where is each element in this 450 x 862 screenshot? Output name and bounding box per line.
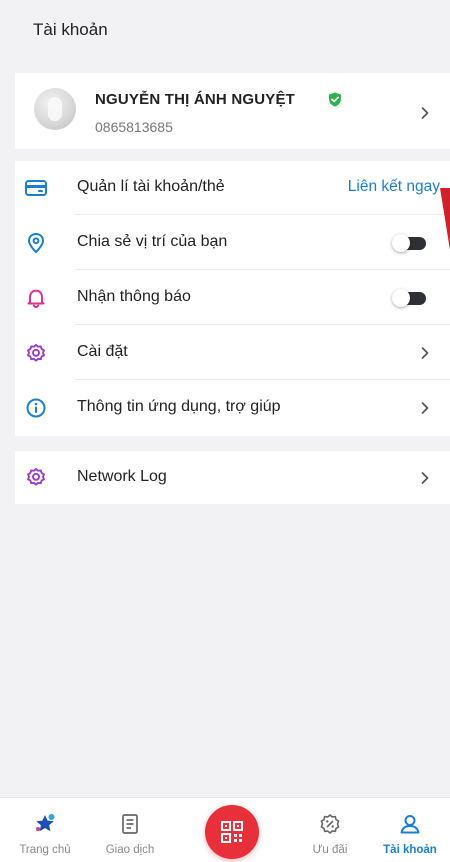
- home-star-icon: [36, 814, 55, 832]
- tab-label: Tài khoản: [383, 844, 437, 856]
- bell-icon: [27, 289, 45, 309]
- menu-item-label: Chia sẻ vị trí của bạn: [77, 233, 228, 250]
- menu-item-settings[interactable]: Cài đặt: [15, 326, 450, 380]
- tab-account[interactable]: Tài khoản: [370, 798, 450, 862]
- red-pointer-marker: [440, 188, 450, 250]
- menu-item-app-info-help[interactable]: Thông tin ứng dụng, trợ giúp: [15, 381, 450, 435]
- toggle-knob: [392, 289, 410, 307]
- menu-item-label: Nhận thông báo: [77, 288, 191, 305]
- tab-home[interactable]: Trang chủ: [5, 798, 85, 862]
- notifications-toggle[interactable]: [392, 289, 426, 307]
- divider: [75, 214, 450, 215]
- profile-card[interactable]: NGUYỄN THỊ ÁNH NGUYỆT 0865813685: [15, 73, 450, 149]
- receipt-icon: [122, 814, 138, 834]
- divider: [75, 324, 450, 325]
- gear-icon: [27, 344, 45, 362]
- qr-scan-icon: [221, 821, 243, 843]
- profile-name: NGUYỄN THỊ ÁNH NGUYỆT: [95, 91, 296, 108]
- share-location-toggle[interactable]: [392, 234, 426, 252]
- chevron-right-icon: [421, 347, 429, 359]
- menu-item-network-log[interactable]: Network Log: [15, 451, 450, 505]
- qr-scan-button[interactable]: [205, 805, 259, 859]
- menu-item-label: Network Log: [77, 468, 167, 485]
- page-title: Tài khoản: [33, 20, 108, 39]
- menu-item-share-location[interactable]: Chia sẻ vị trí của bạn: [15, 216, 450, 270]
- card-icon: [25, 180, 47, 196]
- menu-item-notifications[interactable]: Nhận thông báo: [15, 271, 450, 325]
- avatar: [34, 88, 76, 130]
- tab-transactions[interactable]: Giao dịch: [90, 798, 170, 862]
- settings-menu: Quản lí tài khoản/thẻ Liên kết ngay Chia…: [15, 161, 450, 436]
- chevron-right-icon: [421, 402, 429, 414]
- network-log-menu: Network Log: [15, 451, 450, 504]
- info-icon: [26, 398, 46, 418]
- discount-icon: [320, 814, 340, 834]
- chevron-right-icon: [421, 472, 429, 484]
- verified-shield-icon: [329, 92, 341, 107]
- tab-label: Trang chủ: [19, 844, 71, 856]
- menu-item-label: Quản lí tài khoản/thẻ: [77, 178, 225, 195]
- page-header: Tài khoản: [0, 0, 450, 62]
- user-icon: [400, 815, 420, 834]
- toggle-knob: [392, 234, 410, 252]
- profile-phone: 0865813685: [95, 119, 173, 135]
- tab-label: Ưu đãi: [312, 844, 348, 856]
- chevron-right-icon: [421, 107, 429, 119]
- menu-item-manage-account-card[interactable]: Quản lí tài khoản/thẻ Liên kết ngay: [15, 161, 450, 215]
- tab-offers[interactable]: Ưu đãi: [290, 798, 370, 862]
- menu-item-label: Thông tin ứng dụng, trợ giúp: [77, 398, 281, 415]
- gear-icon: [27, 468, 45, 486]
- divider: [75, 269, 450, 270]
- divider: [75, 379, 450, 380]
- menu-item-label: Cài đặt: [77, 343, 128, 360]
- location-pin-icon: [27, 232, 45, 254]
- link-now-link[interactable]: Liên kết ngay: [348, 178, 440, 196]
- tab-label: Giao dịch: [105, 844, 155, 856]
